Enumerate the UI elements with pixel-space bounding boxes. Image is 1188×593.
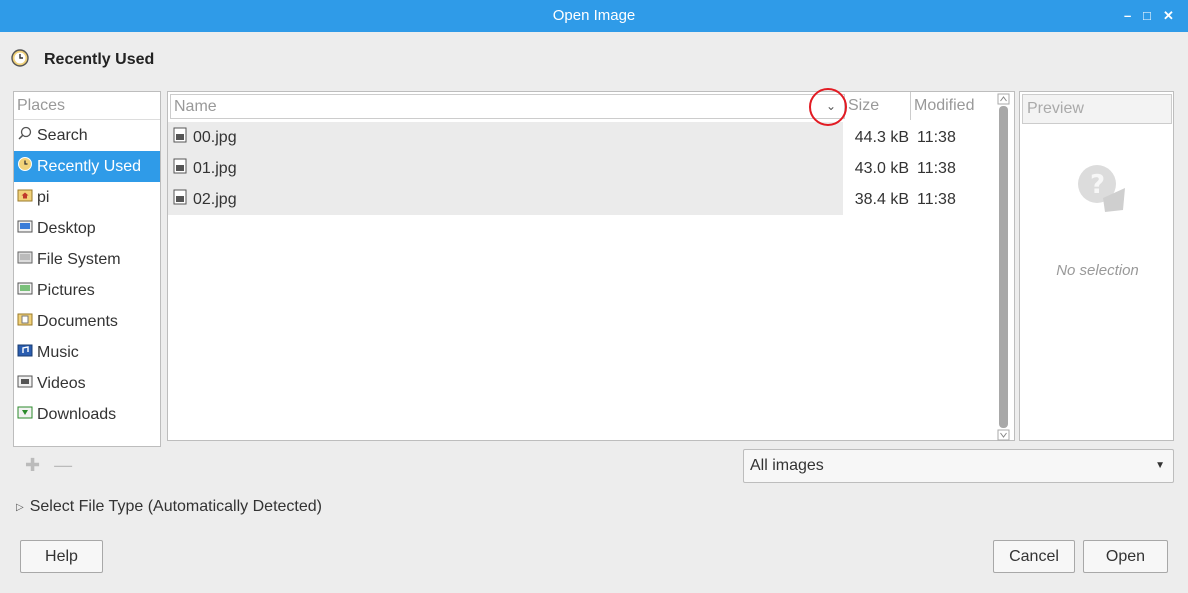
sidebar-item-label: Search (37, 126, 88, 144)
cancel-button[interactable]: Cancel (993, 540, 1075, 573)
places-header: Places (14, 92, 160, 120)
remove-bookmark-button[interactable]: — (54, 455, 72, 476)
file-name: 01.jpg (193, 159, 237, 177)
file-filter-value: All images (750, 457, 824, 474)
dropdown-arrow-icon: ▼ (1155, 460, 1165, 471)
music-folder-icon (17, 342, 33, 363)
column-header-name-label: Name (174, 98, 217, 115)
sidebar-item-documents[interactable]: Documents (14, 306, 160, 337)
file-name: 00.jpg (193, 128, 237, 146)
places-sidebar: Places Search Recently Used pi Desktop F… (13, 91, 161, 447)
file-modified: 11:38 (917, 128, 956, 146)
image-file-icon (173, 158, 187, 179)
file-size: 44.3 kB (854, 128, 909, 146)
videos-folder-icon (17, 373, 33, 394)
sidebar-item-videos[interactable]: Videos (14, 368, 160, 399)
location-bar: Recently Used (10, 48, 154, 72)
sidebar-item-recently-used[interactable]: Recently Used (14, 151, 160, 182)
sidebar-item-label: Documents (37, 312, 118, 330)
sidebar-item-label: Videos (37, 374, 86, 392)
help-button[interactable]: Help (20, 540, 103, 573)
clock-icon (10, 48, 30, 73)
image-file-icon (173, 127, 187, 148)
window-title: Open Image (552, 7, 636, 24)
sidebar-item-label: pi (37, 188, 50, 206)
sidebar-item-file-system[interactable]: File System (14, 244, 160, 275)
expander-triangle-icon: ▷ (16, 501, 24, 513)
column-header-size[interactable]: Size (848, 92, 908, 120)
column-header-modified[interactable]: Modified (910, 92, 982, 120)
sidebar-item-label: File System (37, 250, 121, 268)
pictures-folder-icon (17, 280, 33, 301)
no-selection-text: No selection (1056, 262, 1139, 279)
documents-folder-icon (17, 311, 33, 332)
downloads-folder-icon (17, 404, 33, 425)
file-type-label: Select File Type (Automatically Detected… (29, 498, 322, 515)
sidebar-item-label: Music (37, 343, 79, 361)
question-image-icon: ? (1075, 162, 1129, 221)
sidebar-item-label: Pictures (37, 281, 95, 299)
file-modified: 11:38 (917, 159, 956, 177)
drive-icon (17, 249, 33, 270)
desktop-folder-icon (17, 218, 33, 239)
file-list: Name ⌄ Size Modified 00.jpg 44.3 kB 11:3… (167, 91, 1015, 441)
clock-icon (17, 156, 33, 177)
open-button[interactable]: Open (1083, 540, 1168, 573)
sidebar-item-label: Desktop (37, 219, 96, 237)
file-size: 43.0 kB (854, 159, 909, 177)
file-name: 02.jpg (193, 190, 237, 208)
home-folder-icon (17, 187, 33, 208)
highlight-circle (809, 88, 847, 126)
preview-panel: Preview ? No selection (1019, 91, 1174, 441)
sidebar-item-pictures[interactable]: Pictures (14, 275, 160, 306)
sidebar-item-pi[interactable]: pi (14, 182, 160, 213)
vertical-scrollbar[interactable] (997, 92, 1011, 442)
bookmark-controls: ✚ — (25, 455, 72, 476)
column-header-name[interactable]: Name ⌄ (170, 94, 845, 119)
sidebar-item-label: Recently Used (37, 157, 142, 175)
file-filter-dropdown[interactable]: All images ▼ (743, 449, 1174, 483)
table-row[interactable]: 02.jpg 38.4 kB 11:38 (168, 184, 998, 215)
location-label[interactable]: Recently Used (44, 51, 154, 69)
sidebar-item-desktop[interactable]: Desktop (14, 213, 160, 244)
file-modified: 11:38 (917, 190, 956, 208)
search-icon (17, 125, 33, 146)
sidebar-item-search[interactable]: Search (14, 120, 160, 151)
table-row[interactable]: 00.jpg 44.3 kB 11:38 (168, 122, 998, 153)
preview-button[interactable]: Preview (1022, 94, 1172, 124)
file-size: 38.4 kB (854, 190, 909, 208)
sidebar-item-music[interactable]: Music (14, 337, 160, 368)
file-type-expander[interactable]: ▷ Select File Type (Automatically Detect… (16, 498, 322, 516)
title-bar: Open Image (0, 0, 1188, 32)
close-icon[interactable]: ✕ (1163, 0, 1174, 32)
add-bookmark-button[interactable]: ✚ (25, 455, 40, 476)
sidebar-item-downloads[interactable]: Downloads (14, 399, 160, 430)
minimize-icon[interactable]: – (1124, 0, 1131, 32)
image-file-icon (173, 189, 187, 210)
sidebar-item-label: Downloads (37, 405, 117, 423)
maximize-icon[interactable]: □ (1143, 0, 1151, 32)
svg-text:?: ? (1090, 170, 1105, 200)
table-row[interactable]: 01.jpg 43.0 kB 11:38 (168, 153, 998, 184)
